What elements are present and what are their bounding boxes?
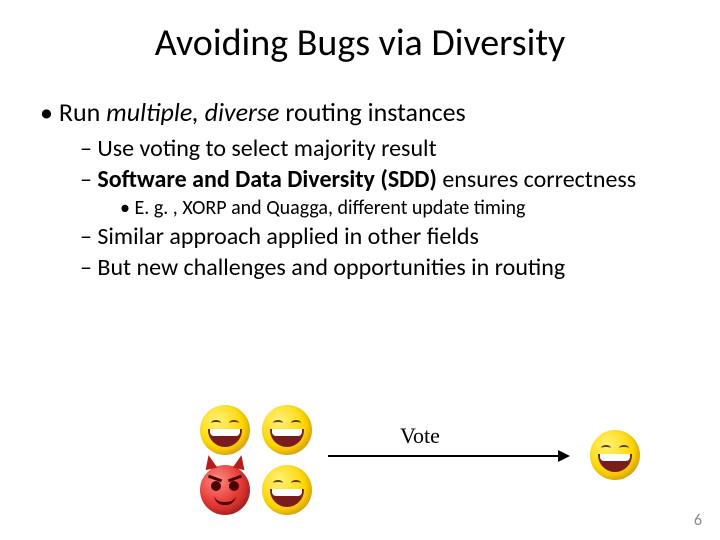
happy-face-icon	[262, 405, 312, 455]
text: routing instances	[279, 96, 465, 128]
bullet-voting: Use voting to select majority result	[80, 134, 680, 163]
bullet-example: E. g. , XORP and Quagga, different updat…	[120, 196, 680, 220]
bullet-sdd: Software and Data Diversity (SDD) ensure…	[80, 165, 680, 194]
vote-diagram: Vote	[200, 405, 680, 525]
bullet-other-fields: Similar approach applied in other fields	[80, 222, 680, 251]
arrow-icon	[328, 455, 558, 457]
vote-label: Vote	[400, 423, 440, 449]
bullet-run-instances: Run multiple, diverse routing instances	[40, 96, 680, 128]
page-number: 6	[694, 511, 702, 530]
slide: Avoiding Bugs via Diversity Run multiple…	[0, 0, 720, 540]
slide-title: Avoiding Bugs via Diversity	[40, 20, 680, 66]
devil-face-icon	[200, 465, 250, 515]
bullet-challenges: But new challenges and opportunities in …	[80, 253, 680, 282]
text: Run	[59, 96, 106, 128]
text: ensures correctness	[442, 165, 636, 194]
arrow-head-icon	[558, 450, 570, 462]
happy-face-icon	[590, 430, 640, 480]
text-strong: Software and Data Diversity (SDD)	[97, 165, 442, 194]
happy-face-icon	[262, 465, 312, 515]
happy-face-icon	[200, 405, 250, 455]
text-emph: multiple, diverse	[106, 96, 279, 128]
